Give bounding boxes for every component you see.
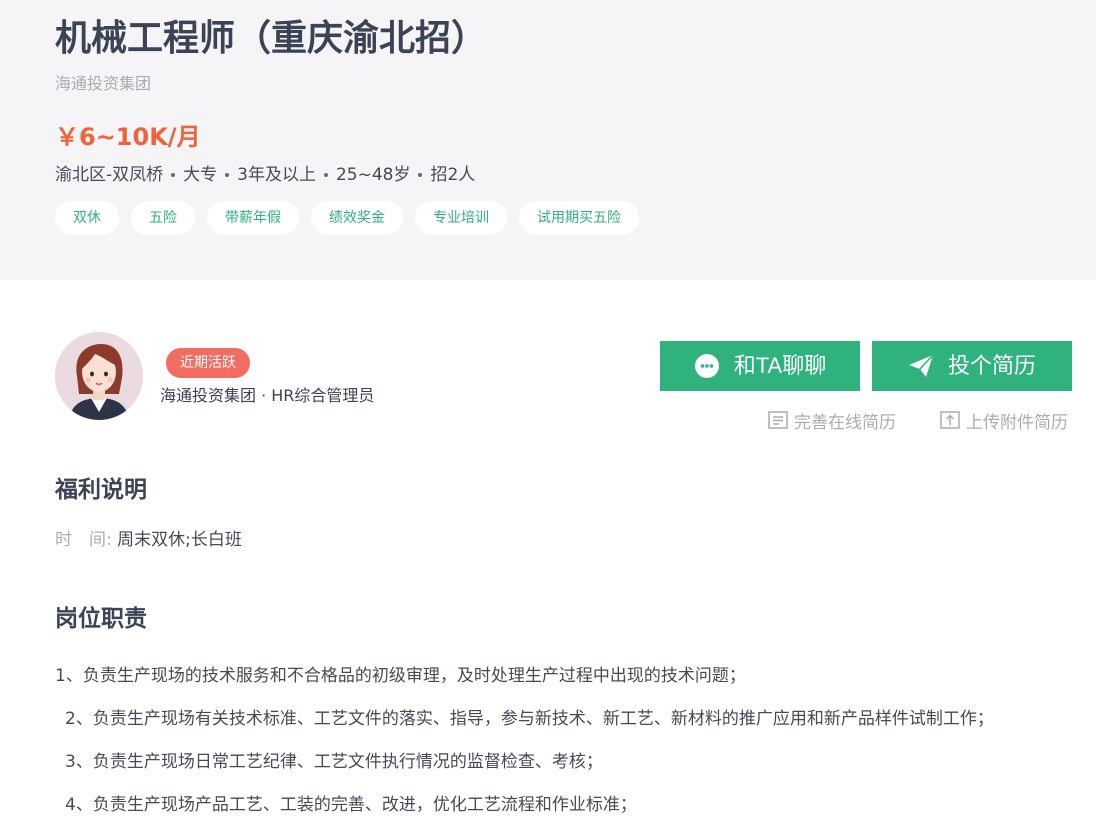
job-title: 机械工程师（重庆渝北招） [55,18,488,59]
meta-separator [171,173,176,177]
job-education: 大专 [183,165,218,185]
benefit-tag: 五险 [131,201,195,235]
benefit-tag: 绩效奖金 [311,201,403,235]
chat-button-label: 和TA聊聊 [733,353,827,378]
complete-online-resume-link[interactable]: 完善在线简历 [768,408,896,433]
benefit-time-label: 时 间: [55,530,112,550]
benefit-time-row: 时 间: 周末双休;长白班 [55,527,242,553]
paper-plane-icon [908,354,934,377]
resume-icon [768,411,788,429]
avatar-illustration [55,332,143,420]
meta-separator [418,173,423,177]
chat-button[interactable]: 和TA聊聊 [660,341,860,391]
benefit-time-value: 周末双休;长白班 [117,530,242,550]
recently-active-badge: 近期活跃 [166,348,250,378]
job-experience: 3年及以上 [237,165,316,185]
duty-item: 1、负责生产现场的技术服务和不合格品的初级审理，及时处理生产过程中出现的技术问题… [55,666,746,686]
benefit-tag: 试用期买五险 [519,201,639,235]
apply-button-label: 投个简历 [947,353,1036,378]
job-headcount: 招2人 [430,165,476,185]
benefit-tags: 双休 五险 带薪年假 绩效奖金 专业培训 试用期买五险 [55,201,639,235]
job-header: 机械工程师（重庆渝北招） 海通投资集团 ￥6~10K/月 渝北区-双凤桥 大专 … [0,0,1096,280]
benefits-section-title: 福利说明 [55,477,147,503]
complete-online-resume-label: 完善在线简历 [794,412,896,433]
job-location: 渝北区-双凤桥 [55,165,164,185]
meta-separator [323,173,328,177]
duty-item: 2、负责生产现场有关技术标准、工艺文件的落实、指导，参与新技术、新工艺、新材料的… [65,709,994,729]
recruiter-avatar [55,332,143,420]
duty-item: 3、负责生产现场日常工艺纪律、工艺文件执行情况的监督检查、考核； [65,752,603,772]
duty-item: 4、负责生产现场产品工艺、工装的完善、改进，优化工艺流程和作业标准； [65,795,637,815]
job-meta: 渝北区-双凤桥 大专 3年及以上 25~48岁 招2人 [55,162,475,188]
meta-separator [225,173,230,177]
chat-bubble-icon [694,354,719,378]
recruiter-info: 海通投资集团 · HR综合管理员 [160,386,375,405]
job-age: 25~48岁 [335,165,411,185]
upload-resume-link[interactable]: 上传附件简历 [940,408,1068,433]
benefit-tag: 专业培训 [415,201,507,235]
benefit-tag: 双休 [55,201,119,235]
upload-resume-label: 上传附件简历 [966,412,1068,433]
duties-section-title: 岗位职责 [55,606,147,632]
company-name[interactable]: 海通投资集团 [55,72,151,96]
benefit-tag: 带薪年假 [207,201,299,235]
upload-icon [940,411,960,429]
salary: ￥6~10K/月 [55,123,201,151]
apply-button[interactable]: 投个简历 [872,341,1072,391]
